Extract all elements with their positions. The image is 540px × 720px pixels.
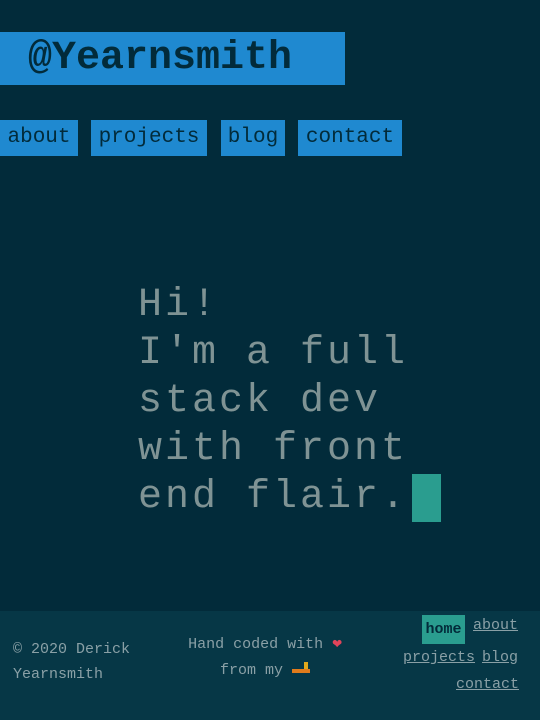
hero-line-last: end flair. bbox=[138, 474, 442, 522]
hero-line: stack dev bbox=[138, 379, 382, 424]
hero-line: with front bbox=[138, 427, 409, 472]
laptop-icon bbox=[292, 661, 311, 675]
sparkling-heart-icon: ❤ bbox=[332, 635, 342, 653]
hero-line: Hi! bbox=[138, 283, 220, 328]
footer-link-home[interactable]: home bbox=[422, 615, 465, 644]
text-cursor bbox=[412, 474, 442, 522]
nav-link-blog[interactable]: blog bbox=[221, 120, 285, 156]
footer-link-projects[interactable]: projects bbox=[403, 649, 475, 666]
nav-link-projects[interactable]: projects bbox=[91, 120, 207, 156]
made-with-row: Hand coded with ❤ bbox=[180, 631, 350, 658]
nav-link-contact[interactable]: contact bbox=[298, 120, 402, 156]
footer-link-blog[interactable]: blog bbox=[482, 649, 518, 666]
footer-link-about[interactable]: about bbox=[473, 617, 518, 634]
site-title: @Yearnsmith bbox=[0, 32, 345, 85]
hero-line: I'm a full bbox=[138, 331, 409, 376]
hero-greeting: Hi! I'm a full stack dev with front end … bbox=[138, 282, 442, 522]
hero-line-text: end flair. bbox=[138, 475, 409, 520]
footer-link-contact[interactable]: contact bbox=[456, 676, 519, 693]
nav-link-about[interactable]: about bbox=[0, 120, 78, 156]
copyright-line: Yearnsmith bbox=[13, 666, 104, 683]
site-footer: © 2020 Derick Yearnsmith Hand coded with… bbox=[0, 611, 540, 720]
copyright: © 2020 Derick Yearnsmith bbox=[13, 637, 130, 687]
made-with-row: from my bbox=[180, 658, 350, 684]
made-with-text: Hand coded with bbox=[188, 636, 324, 653]
made-with-text: from my bbox=[219, 662, 283, 679]
copyright-line: © 2020 Derick bbox=[13, 641, 131, 658]
made-with-note: Hand coded with ❤ from my bbox=[180, 631, 350, 684]
